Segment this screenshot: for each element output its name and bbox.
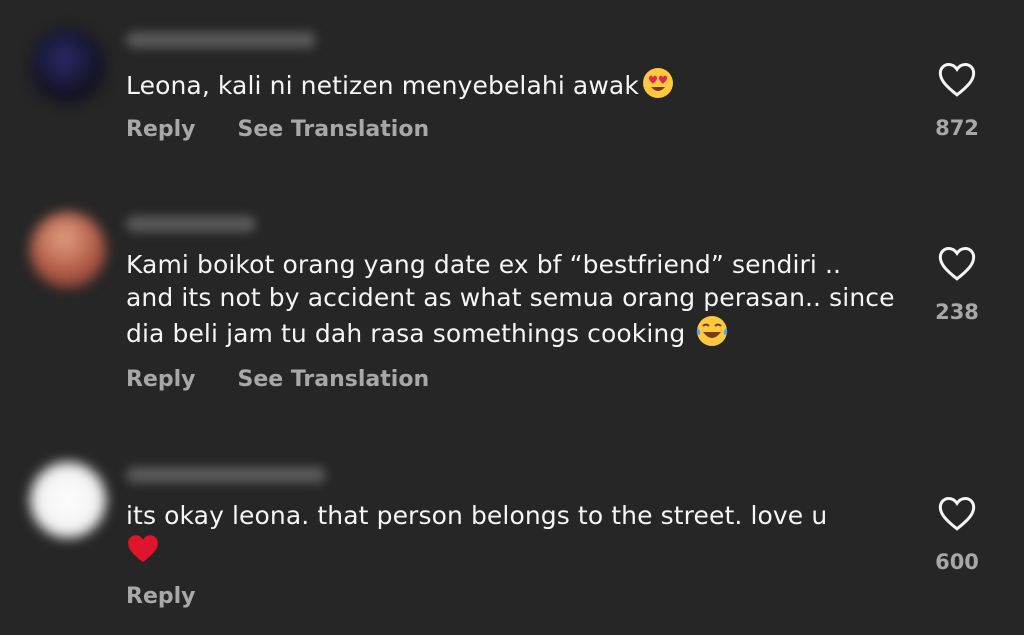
- comment-actions: Reply: [126, 584, 196, 609]
- comment-actions: Reply See Translation: [126, 367, 429, 392]
- like-group: 600: [928, 494, 986, 574]
- heart-outline-icon[interactable]: [937, 60, 977, 98]
- comments-list: Leona, kali ni netizen menyebelahi awak …: [0, 0, 1024, 635]
- reply-button[interactable]: Reply: [126, 367, 196, 392]
- heart-eyes-emoji-icon: [641, 66, 675, 108]
- see-translation-button[interactable]: See Translation: [238, 367, 430, 392]
- like-count: 872: [935, 116, 979, 140]
- username-blurred[interactable]: [126, 467, 326, 483]
- comment-body: Leona, kali ni netizen menyebelahi awak: [126, 71, 639, 100]
- like-count: 600: [935, 550, 979, 574]
- comment-text: its okay leona. that person belongs to t…: [126, 499, 896, 572]
- see-translation-button[interactable]: See Translation: [238, 117, 430, 142]
- tears-of-joy-emoji-icon: [695, 314, 729, 356]
- heart-outline-icon[interactable]: [937, 494, 977, 532]
- username-blurred[interactable]: [126, 32, 316, 48]
- reply-button[interactable]: Reply: [126, 117, 196, 142]
- red-heart-emoji-icon: [126, 532, 160, 572]
- avatar[interactable]: [30, 28, 106, 104]
- comment-body: its okay leona. that person belongs to t…: [126, 501, 828, 530]
- avatar[interactable]: [30, 462, 106, 538]
- comment-actions: Reply See Translation: [126, 117, 429, 142]
- comment-body: Kami boikot orang yang date ex bf “bestf…: [126, 250, 895, 348]
- avatar[interactable]: [30, 212, 106, 288]
- comment-text: Leona, kali ni netizen menyebelahi awak: [126, 66, 896, 108]
- like-group: 238: [928, 244, 986, 324]
- like-group: 872: [928, 60, 986, 140]
- username-blurred[interactable]: [126, 216, 256, 232]
- comment-text: Kami boikot orang yang date ex bf “bestf…: [126, 248, 896, 356]
- like-count: 238: [935, 300, 979, 324]
- heart-outline-icon[interactable]: [937, 244, 977, 282]
- reply-button[interactable]: Reply: [126, 584, 196, 609]
